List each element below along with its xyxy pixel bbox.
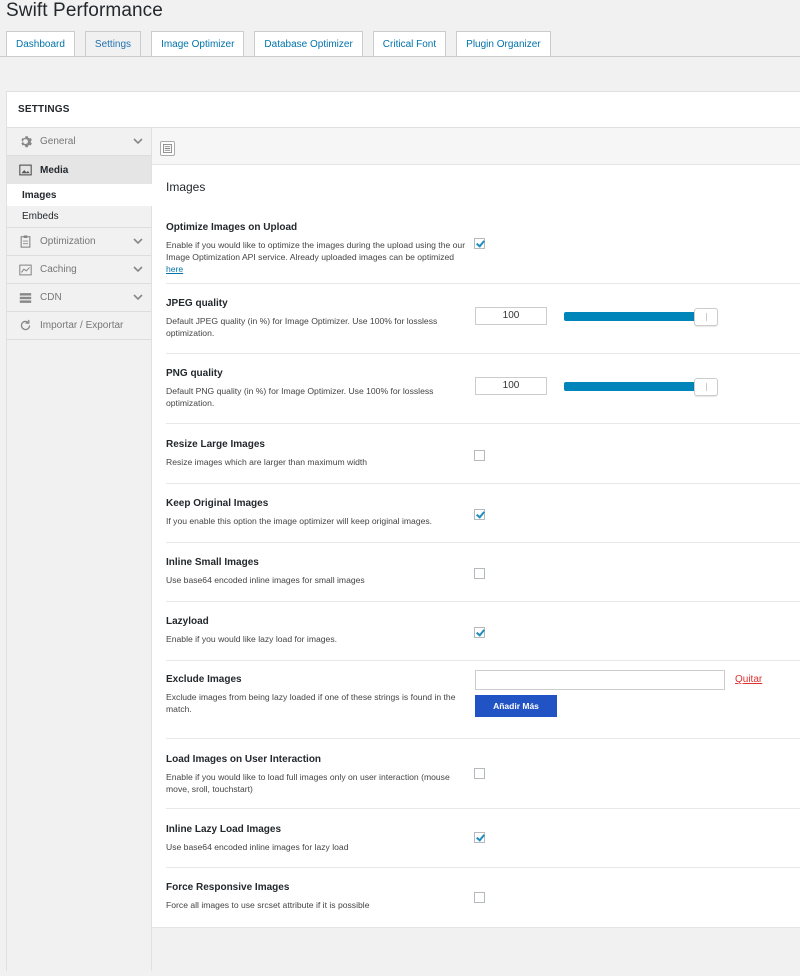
refresh-icon — [18, 319, 32, 333]
setting-label: Inline Lazy Load Images — [166, 824, 282, 835]
png-quality-slider[interactable] — [564, 378, 719, 396]
setting-label: Inline Small Images — [166, 557, 259, 568]
lazyload-checkbox[interactable] — [474, 627, 485, 638]
setting-description: Exclude images from being lazy loaded if… — [166, 692, 456, 714]
load-on-interaction-checkbox[interactable] — [474, 768, 485, 779]
sidebar-item-general[interactable]: General — [7, 128, 151, 156]
slider-track — [564, 382, 697, 391]
setting-label: JPEG quality — [166, 298, 228, 309]
setting-description: Enable if you would like lazy load for i… — [166, 634, 338, 644]
setting-description: Default PNG quality (in %) for Image Opt… — [166, 386, 434, 408]
slider-handle[interactable] — [694, 378, 718, 396]
sidebar-item-label: Media — [40, 164, 69, 176]
add-more-button[interactable]: Añadir Más — [475, 695, 557, 717]
sidebar-subitem-embeds[interactable]: Embeds — [7, 206, 151, 228]
setting-label: Exclude Images — [166, 674, 242, 685]
slider-handle[interactable] — [694, 308, 718, 326]
chevron-down-icon — [133, 236, 143, 249]
setting-label: Optimize Images on Upload — [166, 222, 298, 233]
sidebar-item-label: General — [40, 136, 76, 147]
sidebar-item-optimization[interactable]: Optimization — [7, 228, 151, 256]
sidebar-item-label: CDN — [40, 292, 62, 303]
tab-dashboard[interactable]: Dashboard — [6, 31, 75, 57]
png-quality-input[interactable]: 100 — [475, 377, 547, 395]
setting-description: Use base64 encoded inline images for laz… — [166, 842, 349, 852]
setting-optimize-upload: Optimize Images on Upload Enable if you … — [166, 222, 800, 284]
jpeg-quality-slider[interactable] — [564, 308, 719, 326]
settings-sidebar: General Media Images Embeds Optimization — [7, 128, 159, 971]
setting-keep-original: Keep Original Images If you enable this … — [166, 498, 800, 543]
inline-small-checkbox[interactable] — [474, 568, 485, 579]
settings-content: Images Optimize Images on Upload Enable … — [152, 128, 800, 971]
inline-lazy-checkbox[interactable] — [474, 832, 485, 843]
setting-lazyload: Lazyload Enable if you would like lazy l… — [166, 616, 800, 661]
optimize-here-link[interactable]: here — [166, 264, 183, 274]
sidebar-item-label: Optimization — [40, 236, 96, 247]
list-view-icon[interactable] — [160, 141, 175, 156]
setting-force-responsive: Force Responsive Images Force all images… — [166, 882, 800, 927]
setting-label: Lazyload — [166, 616, 209, 627]
setting-description-text: Enable if you would like to optimize the… — [166, 240, 466, 262]
setting-description: Enable if you would like to load full im… — [166, 772, 450, 794]
tab-image-optimizer[interactable]: Image Optimizer — [151, 31, 245, 57]
sidebar-item-caching[interactable]: Caching — [7, 256, 151, 284]
setting-label: PNG quality — [166, 368, 223, 379]
tab-critical-font[interactable]: Critical Font — [372, 31, 447, 57]
image-icon — [18, 163, 32, 177]
force-responsive-checkbox[interactable] — [474, 892, 485, 903]
clipboard-icon — [18, 235, 32, 249]
panel-title: SETTINGS — [7, 92, 800, 128]
content-footer — [152, 927, 800, 971]
setting-label: Keep Original Images — [166, 498, 269, 509]
setting-jpeg-quality: JPEG quality Default JPEG quality (in %)… — [166, 298, 800, 354]
chart-icon — [18, 263, 32, 277]
tab-database-optimizer[interactable]: Database Optimizer — [254, 31, 363, 57]
tab-settings[interactable]: Settings — [84, 31, 142, 57]
app-title: Swift Performance — [6, 0, 163, 21]
setting-inline-lazy: Inline Lazy Load Images Use base64 encod… — [166, 824, 800, 868]
remove-link[interactable]: Quitar — [735, 674, 762, 685]
slider-track — [564, 312, 697, 321]
sidebar-item-cdn[interactable]: CDN — [7, 284, 151, 312]
chevron-down-icon — [133, 292, 143, 305]
jpeg-quality-input[interactable]: 100 — [475, 307, 547, 325]
sidebar-subitem-images[interactable]: Images — [7, 184, 159, 206]
chevron-down-icon — [133, 136, 143, 149]
setting-label: Resize Large Images — [166, 439, 265, 450]
setting-description: Default JPEG quality (in %) for Image Op… — [166, 316, 438, 338]
sidebar-item-label: Importar / Exportar — [40, 320, 124, 331]
setting-description: Enable if you would like to optimize the… — [166, 240, 466, 275]
gear-icon — [18, 135, 32, 149]
setting-resize-large: Resize Large Images Resize images which … — [166, 439, 800, 484]
setting-label: Force Responsive Images — [166, 882, 290, 893]
setting-png-quality: PNG quality Default PNG quality (in %) f… — [166, 368, 800, 424]
setting-label: Load Images on User Interaction — [166, 754, 322, 765]
sidebar-item-media[interactable]: Media — [7, 156, 151, 184]
setting-description: Force all images to use srcset attribute… — [166, 900, 370, 910]
exclude-images-input[interactable] — [475, 670, 725, 690]
tabs-divider — [0, 56, 800, 57]
section-title: Images — [166, 180, 206, 194]
setting-inline-small: Inline Small Images Use base64 encoded i… — [166, 557, 800, 602]
setting-load-on-interaction: Load Images on User Interaction Enable i… — [166, 754, 800, 809]
top-tabs: Dashboard Settings Image Optimizer Datab… — [6, 31, 561, 57]
setting-description: If you enable this option the image opti… — [166, 516, 433, 526]
optimize-upload-checkbox[interactable] — [474, 238, 485, 249]
setting-exclude-images: Exclude Images Exclude images from being… — [166, 670, 800, 739]
sidebar-item-label: Caching — [40, 264, 77, 275]
setting-description: Use base64 encoded inline images for sma… — [166, 575, 365, 585]
content-toolbar — [152, 128, 800, 165]
setting-description: Resize images which are larger than maxi… — [166, 457, 368, 467]
keep-original-checkbox[interactable] — [474, 509, 485, 520]
server-icon — [18, 291, 32, 305]
settings-panel: SETTINGS General Media Images Embeds Opt… — [6, 91, 800, 971]
tab-plugin-organizer[interactable]: Plugin Organizer — [456, 31, 551, 57]
chevron-down-icon — [133, 264, 143, 277]
sidebar-item-import-export[interactable]: Importar / Exportar — [7, 312, 151, 340]
resize-large-checkbox[interactable] — [474, 450, 485, 461]
